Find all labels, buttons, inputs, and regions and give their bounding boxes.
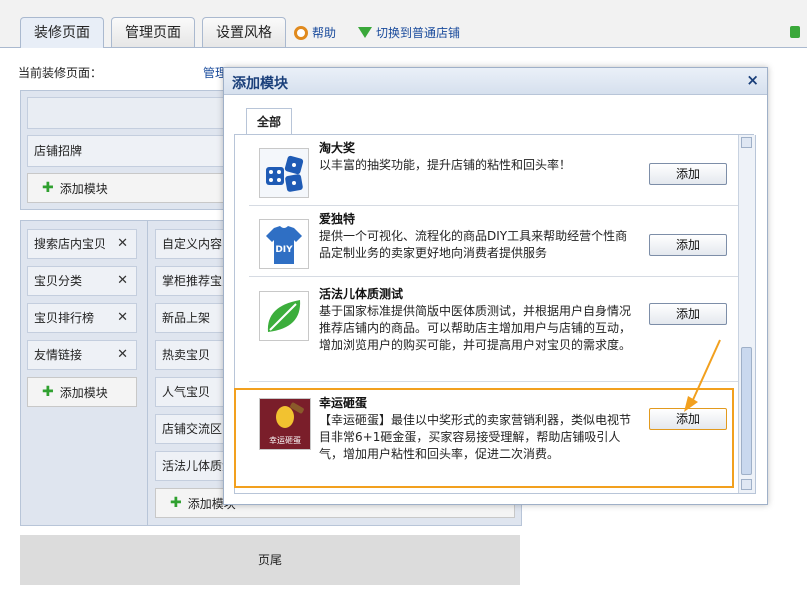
plus-icon: ✚ bbox=[42, 384, 54, 400]
help-link[interactable]: 帮助 bbox=[294, 24, 336, 41]
diy-shirt-icon: DIY bbox=[259, 219, 309, 269]
scroll-up-icon[interactable] bbox=[741, 137, 752, 148]
right-edge-icon bbox=[790, 26, 800, 38]
add-button[interactable]: 添加 bbox=[649, 163, 727, 185]
left-module-label: 友情链接 bbox=[34, 348, 83, 362]
list-item: DIY 爱独特 提供一个可视化、流程化的商品DIY工具来帮助经营个性商品定制业务… bbox=[249, 206, 743, 277]
left-add-module-button[interactable]: ✚ 添加模块 bbox=[27, 377, 137, 407]
column-divider bbox=[147, 221, 148, 525]
module-name: 爱独特 bbox=[319, 212, 356, 226]
tab-all[interactable]: 全部 bbox=[246, 108, 292, 135]
diy-badge: DIY bbox=[275, 245, 293, 255]
module-desc: 提供一个可视化、流程化的商品DIY工具来帮助经营个性商品定制业务的卖家更好地向消… bbox=[319, 229, 628, 260]
list-item: 活法儿体质测试 基于国家标准提供简版中医体质测试，并根据用户自身情况推荐店铺内的… bbox=[249, 277, 743, 382]
remove-icon[interactable]: ✕ bbox=[117, 267, 128, 295]
remove-icon[interactable]: ✕ bbox=[117, 304, 128, 332]
leaf-icon bbox=[259, 291, 309, 341]
switch-store-label: 切换到普通店铺 bbox=[376, 26, 461, 40]
module-name: 活法儿体质测试 bbox=[319, 287, 404, 301]
module-desc: 以丰富的抽奖功能，提升店铺的粘性和回头率！ bbox=[319, 158, 572, 172]
list-item: 淘大奖 以丰富的抽奖功能，提升店铺的粘性和回头率！ 添加 bbox=[249, 135, 743, 206]
plus-icon: ✚ bbox=[42, 180, 54, 196]
module-desc: 基于国家标准提供简版中医体质测试，并根据用户自身情况推荐店铺内的商品。可以帮助店… bbox=[319, 304, 632, 352]
tab-set-style[interactable]: 设置风格 bbox=[202, 17, 286, 47]
left-module-search[interactable]: 搜索店内宝贝 ✕ bbox=[27, 229, 137, 259]
scroll-down-icon[interactable] bbox=[741, 479, 752, 490]
left-module-label: 宝贝分类 bbox=[34, 274, 83, 288]
header-add-module-label: 添加模块 bbox=[59, 181, 108, 196]
add-button[interactable]: 添加 bbox=[649, 234, 727, 256]
switch-store-link[interactable]: 切换到普通店铺 bbox=[358, 24, 460, 41]
left-add-module-label: 添加模块 bbox=[59, 385, 108, 400]
current-page-label: 当前装修页面： bbox=[18, 66, 103, 80]
scrollbar[interactable] bbox=[738, 135, 755, 493]
tab-decorate-page[interactable]: 装修页面 bbox=[20, 17, 104, 48]
highlight-box bbox=[234, 388, 734, 488]
tab-bar-divider bbox=[0, 47, 807, 48]
header-add-module-button[interactable]: ✚ 添加模块 bbox=[27, 173, 227, 203]
help-icon bbox=[294, 25, 308, 40]
remove-icon[interactable]: ✕ bbox=[117, 341, 128, 369]
help-link-label: 帮助 bbox=[312, 26, 337, 40]
plus-icon: ✚ bbox=[170, 495, 182, 511]
dice-icon bbox=[259, 148, 309, 198]
green-arrow-icon bbox=[358, 27, 372, 38]
left-module-ranking[interactable]: 宝贝排行榜 ✕ bbox=[27, 303, 137, 333]
page-footer[interactable]: 页尾 bbox=[20, 535, 520, 585]
module-name: 淘大奖 bbox=[319, 141, 356, 155]
dialog-header: 添加模块 × bbox=[224, 68, 767, 95]
remove-icon[interactable]: ✕ bbox=[117, 230, 128, 258]
left-module-label: 搜索店内宝贝 bbox=[34, 237, 107, 251]
add-button[interactable]: 添加 bbox=[649, 303, 727, 325]
close-icon[interactable]: × bbox=[746, 71, 759, 89]
scroll-thumb[interactable] bbox=[741, 347, 752, 475]
left-module-label: 宝贝排行榜 bbox=[34, 311, 95, 325]
left-module-links[interactable]: 友情链接 ✕ bbox=[27, 340, 137, 370]
dialog-title: 添加模块 bbox=[232, 76, 288, 92]
tab-manage-page[interactable]: 管理页面 bbox=[111, 17, 195, 47]
left-module-category[interactable]: 宝贝分类 ✕ bbox=[27, 266, 137, 296]
